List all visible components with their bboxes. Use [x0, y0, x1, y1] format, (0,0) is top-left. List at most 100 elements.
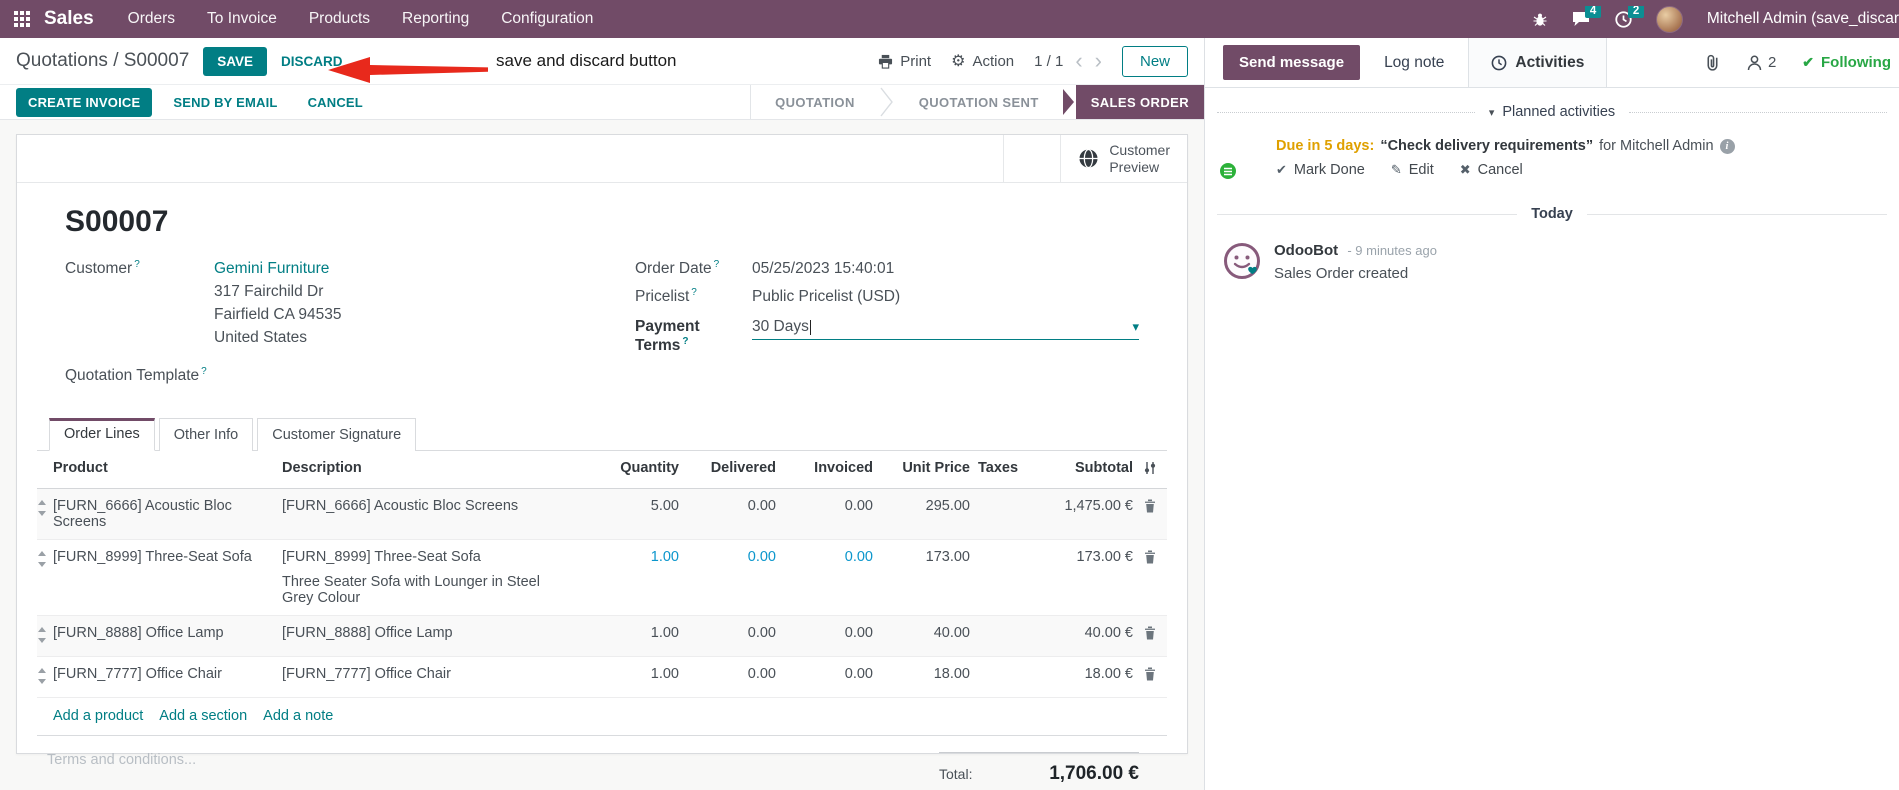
cancel-activity-button[interactable]: ✖ Cancel — [1460, 162, 1523, 178]
gear-icon: ⚙ — [951, 53, 966, 70]
customer-field[interactable]: Gemini Furniture 317 Fairchild Dr Fairfi… — [214, 260, 342, 352]
menu-reporting[interactable]: Reporting — [402, 10, 469, 28]
cell-description[interactable]: [FURN_6666] Acoustic Bloc Screens — [282, 498, 569, 514]
activities-clock-icon[interactable]: 2 — [1615, 5, 1645, 28]
col-taxes[interactable]: Taxes — [970, 460, 1033, 476]
col-invoiced[interactable]: Invoiced — [776, 460, 873, 476]
action-button[interactable]: ⚙ Action — [951, 51, 1014, 71]
cell-unit-price[interactable]: 173.00 — [873, 549, 970, 565]
cell-subtotal: 18.00 € — [1084, 666, 1133, 683]
cell-delivered[interactable]: 0.00 — [679, 498, 776, 514]
delete-row-icon[interactable] — [1144, 667, 1156, 684]
terms-and-conditions-placeholder[interactable]: Terms and conditions... — [37, 752, 196, 785]
cell-product[interactable]: [FURN_7777] Office Chair — [53, 666, 282, 682]
activities-badge: 2 — [1627, 5, 1645, 18]
save-button[interactable]: SAVE — [203, 46, 268, 76]
drag-handle-icon[interactable] — [37, 498, 53, 520]
drag-handle-icon[interactable] — [37, 625, 53, 647]
cell-invoiced[interactable]: 0.00 — [776, 666, 873, 682]
attachments-button[interactable] — [1704, 53, 1721, 72]
col-product[interactable]: Product — [53, 460, 282, 476]
app-name[interactable]: Sales — [44, 8, 94, 30]
messages-icon[interactable]: 4 — [1572, 5, 1602, 27]
col-quantity[interactable]: Quantity — [569, 460, 679, 476]
customer-preview-button[interactable]: Customer Preview — [1060, 135, 1187, 182]
send-message-button[interactable]: Send message — [1223, 45, 1361, 80]
cell-invoiced[interactable]: 0.00 — [776, 625, 873, 641]
col-description[interactable]: Description — [282, 460, 569, 476]
customer-link[interactable]: Gemini Furniture — [214, 260, 342, 278]
info-icon[interactable]: i — [1719, 138, 1735, 154]
log-note-button[interactable]: Log note — [1384, 54, 1444, 72]
delete-row-icon[interactable] — [1144, 626, 1156, 643]
drag-handle-icon[interactable] — [37, 549, 53, 571]
debug-bug-icon[interactable] — [1532, 11, 1548, 27]
message-author[interactable]: OdooBot — [1274, 242, 1338, 259]
col-subtotal[interactable]: Subtotal — [1033, 460, 1133, 476]
menu-to-invoice[interactable]: To Invoice — [207, 10, 277, 28]
menu-orders[interactable]: Orders — [128, 10, 175, 28]
planned-activities-toggle[interactable]: ▾ Planned activities — [1489, 104, 1615, 120]
cell-product[interactable]: [FURN_8888] Office Lamp — [53, 625, 282, 641]
pricelist-field[interactable]: Public Pricelist (USD) — [752, 288, 900, 306]
dropdown-caret-icon[interactable]: ▾ — [1132, 319, 1139, 335]
menu-products[interactable]: Products — [309, 10, 370, 28]
table-row[interactable]: [FURN_8888] Office Lamp [FURN_8888] Offi… — [37, 616, 1167, 658]
cell-unit-price[interactable]: 40.00 — [873, 625, 970, 641]
cell-delivered[interactable]: 0.00 — [679, 666, 776, 682]
cell-delivered[interactable]: 0.00 — [679, 625, 776, 641]
followers-button[interactable]: 2 — [1747, 54, 1776, 71]
payment-terms-field[interactable]: 30 Days ▾ — [752, 318, 1139, 341]
tab-order-lines[interactable]: Order Lines — [49, 418, 155, 452]
pager-prev-icon[interactable]: ‹ — [1075, 50, 1082, 72]
tab-other-info[interactable]: Other Info — [158, 418, 254, 452]
following-button[interactable]: ✔ Following — [1802, 54, 1891, 71]
stage-quotation-sent[interactable]: QUOTATION SENT — [895, 85, 1063, 119]
user-name[interactable]: Mitchell Admin (save_discar — [1707, 10, 1899, 28]
add-a-product-link[interactable]: Add a product — [53, 708, 143, 724]
activities-button[interactable]: Activities — [1468, 38, 1608, 87]
mark-done-button[interactable]: ✔ Mark Done — [1276, 162, 1365, 178]
print-button[interactable]: Print — [878, 53, 931, 70]
create-invoice-button[interactable]: CREATE INVOICE — [16, 87, 153, 117]
cell-product[interactable]: [FURN_6666] Acoustic Bloc Screens — [53, 498, 282, 530]
cell-description[interactable]: [FURN_7777] Office Chair — [282, 666, 569, 682]
cell-quantity[interactable]: 5.00 — [569, 498, 679, 514]
cell-invoiced[interactable]: 0.00 — [776, 498, 873, 514]
add-a-section-link[interactable]: Add a section — [159, 708, 247, 724]
table-row[interactable]: [FURN_6666] Acoustic Bloc Screens [FURN_… — [37, 489, 1167, 541]
cell-description[interactable]: [FURN_8888] Office Lamp — [282, 625, 569, 641]
apps-grid-icon[interactable] — [14, 11, 30, 27]
cell-invoiced[interactable]: 0.00 — [776, 549, 873, 565]
new-button[interactable]: New — [1121, 45, 1188, 77]
col-delivered[interactable]: Delivered — [679, 460, 776, 476]
cell-quantity[interactable]: 1.00 — [569, 625, 679, 641]
breadcrumb-quotations[interactable]: Quotations — [16, 50, 108, 71]
tab-customer-signature[interactable]: Customer Signature — [257, 418, 417, 452]
order-date-field[interactable]: 05/25/2023 15:40:01 — [752, 260, 894, 278]
stage-sales-order[interactable]: SALES ORDER — [1075, 85, 1204, 119]
send-by-email-button[interactable]: SEND BY EMAIL — [164, 88, 286, 117]
stage-quotation[interactable]: QUOTATION — [751, 85, 879, 119]
cell-quantity[interactable]: 1.00 — [569, 666, 679, 682]
table-row[interactable]: [FURN_7777] Office Chair [FURN_7777] Off… — [37, 657, 1167, 699]
edit-activity-button[interactable]: ✎ Edit — [1391, 162, 1434, 178]
col-unit-price[interactable]: Unit Price — [873, 460, 970, 476]
pager-next-icon[interactable]: › — [1095, 50, 1102, 72]
delete-row-icon[interactable] — [1144, 499, 1156, 516]
user-avatar[interactable] — [1655, 5, 1683, 33]
cell-delivered[interactable]: 0.00 — [679, 549, 776, 565]
drag-handle-icon[interactable] — [37, 666, 53, 688]
messages-badge: 4 — [1584, 5, 1602, 18]
table-row[interactable]: [FURN_8999] Three-Seat Sofa [FURN_8999] … — [37, 540, 1167, 617]
cell-description[interactable]: [FURN_8999] Three-Seat Sofa Three Seater… — [282, 549, 569, 606]
cell-product[interactable]: [FURN_8999] Three-Seat Sofa — [53, 549, 282, 565]
menu-configuration[interactable]: Configuration — [501, 10, 593, 28]
cancel-button[interactable]: CANCEL — [299, 88, 372, 117]
cell-quantity[interactable]: 1.00 — [569, 549, 679, 565]
delete-row-icon[interactable] — [1144, 550, 1156, 567]
cell-unit-price[interactable]: 295.00 — [873, 498, 970, 514]
cell-unit-price[interactable]: 18.00 — [873, 666, 970, 682]
add-a-note-link[interactable]: Add a note — [263, 708, 333, 724]
optional-columns-icon[interactable] — [1143, 461, 1157, 478]
